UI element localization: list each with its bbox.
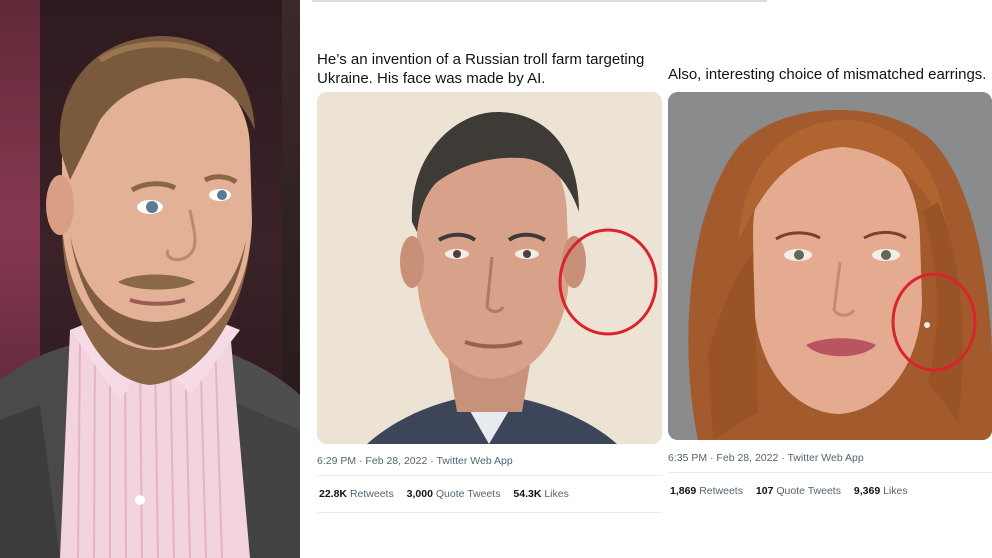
quote-tweets-stat[interactable]: 3,000 Quote Tweets [407, 488, 501, 500]
tweet-1-rule-bottom [317, 512, 662, 513]
tweet-2-stats: 1,869 Retweets 107 Quote Tweets 9,369 Li… [670, 485, 918, 497]
tweet-1: He’s an invention of a Russian troll far… [317, 50, 657, 88]
tweet-2-image[interactable] [668, 92, 992, 440]
tweet-1-rule-top [317, 475, 662, 476]
retweets-stat[interactable]: 1,869 Retweets [670, 485, 743, 497]
tweet-text: He’s an invention of a Russian troll far… [317, 51, 645, 87]
quote-tweets-stat[interactable]: 107 Quote Tweets [756, 485, 841, 497]
studio-guest-photo [0, 0, 300, 558]
tweet-1-timestamp: 6:29 PM · Feb 28, 2022 · Twitter Web App [317, 455, 513, 467]
tweet-2: Also, interesting choice of mismatched e… [668, 65, 988, 84]
tweet-text: Also, interesting choice of mismatched e… [668, 66, 987, 83]
likes-stat[interactable]: 54.3K Likes [513, 488, 568, 500]
guest-portrait-illustration [0, 36, 300, 558]
woman-portrait-image [668, 92, 992, 440]
tweet-2-timestamp: 6:35 PM · Feb 28, 2022 · Twitter Web App [668, 452, 864, 464]
tweet-1-image[interactable] [317, 92, 662, 444]
tweet-1-stats: 22.8K Retweets 3,000 Quote Tweets 54.3K … [319, 488, 579, 500]
tweet-2-rule-top [668, 472, 992, 473]
man-portrait-image [317, 92, 662, 444]
likes-stat[interactable]: 9,369 Likes [854, 485, 908, 497]
tweet-border-top [312, 0, 767, 2]
retweets-stat[interactable]: 22.8K Retweets [319, 488, 394, 500]
panel-divider [300, 0, 304, 558]
